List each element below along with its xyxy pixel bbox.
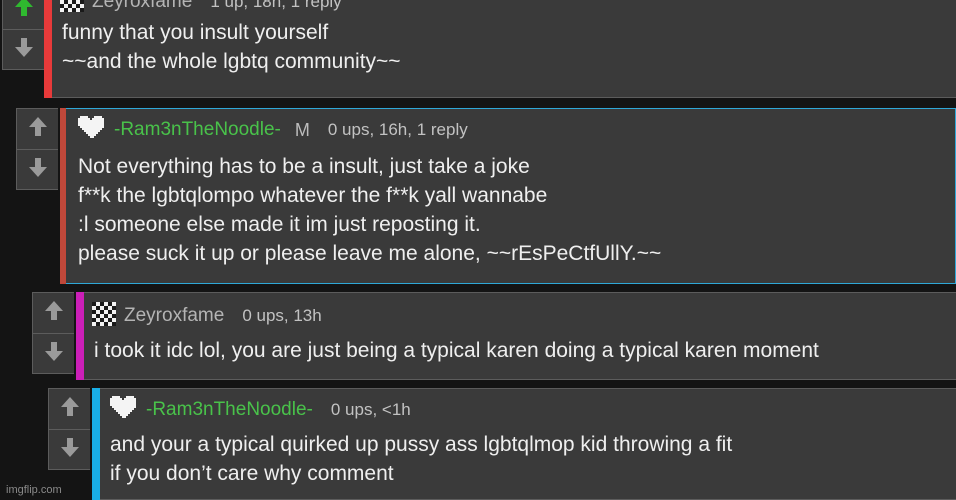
downvote-button[interactable] bbox=[33, 334, 74, 374]
comment-stats: 1 up, 18h, 1 reply bbox=[210, 0, 342, 11]
comment-text-line: :l someone else made it im just repostin… bbox=[78, 213, 481, 236]
user-badge: M bbox=[294, 119, 310, 140]
up-arrow-icon bbox=[43, 299, 65, 327]
upvote-button[interactable] bbox=[17, 109, 58, 149]
down-arrow-icon bbox=[27, 156, 49, 184]
vote-box bbox=[32, 292, 74, 374]
comment-body: funny that you insult yourself ~~and the … bbox=[62, 18, 401, 76]
up-arrow-icon bbox=[27, 115, 49, 143]
comment-text-line: ~~and the whole lgbtq community~~ bbox=[62, 50, 401, 73]
comment-body: i took it idc lol, you are just being a … bbox=[94, 336, 819, 365]
down-arrow-icon bbox=[13, 36, 35, 64]
downvote-button[interactable] bbox=[17, 150, 58, 190]
downvote-button[interactable] bbox=[49, 430, 90, 470]
comment-body: and your a typical quirked up pussy ass … bbox=[110, 430, 732, 488]
upvote-button[interactable] bbox=[3, 0, 44, 29]
comment: -Ram3nTheNoodle- 0 ups, <1h and your a typ… bbox=[0, 388, 956, 500]
vote-box bbox=[16, 108, 58, 190]
comment-stats: 0 ups, 16h, 1 reply bbox=[327, 120, 468, 139]
comment: Zeyroxfame 0 ups, 13h i took it idc lol, y… bbox=[0, 292, 956, 380]
down-arrow-icon bbox=[43, 340, 65, 368]
username-link[interactable]: Zeyroxfame bbox=[124, 305, 224, 327]
checker-avatar-icon[interactable] bbox=[60, 0, 84, 17]
heart-avatar-icon[interactable] bbox=[76, 114, 106, 147]
depth-accent-bar bbox=[92, 388, 100, 500]
comment-meta: Zeyroxfame 1 up, 18h, 1 reply bbox=[60, 0, 342, 16]
vote-box bbox=[48, 388, 90, 470]
downvote-button[interactable] bbox=[3, 30, 44, 70]
comment-text-line: if you don’t care why comment bbox=[110, 462, 394, 485]
upvote-button[interactable] bbox=[33, 293, 74, 333]
comment-text-line: funny that you insult yourself bbox=[62, 21, 329, 44]
vote-box bbox=[2, 0, 44, 70]
comment-meta: -Ram3nTheNoodle- M 0 ups, 16h, 1 reply bbox=[76, 114, 468, 147]
depth-accent-bar bbox=[60, 108, 66, 284]
upvote-button[interactable] bbox=[49, 389, 90, 429]
comment-meta: -Ram3nTheNoodle- 0 ups, <1h bbox=[108, 394, 411, 427]
up-arrow-icon bbox=[13, 0, 35, 23]
username-link[interactable]: Zeyroxfame bbox=[92, 0, 192, 13]
comment-text-line: and your a typical quirked up pussy ass … bbox=[110, 433, 733, 456]
username-link[interactable]: -Ram3nTheNoodle- bbox=[146, 399, 313, 421]
comment-body: Not everything has to be a insult, just … bbox=[78, 152, 661, 268]
comment-text-line: please suck it up or please leave me alo… bbox=[78, 242, 662, 265]
comment-text-line: f**k the lgbtqlompo whatever the f**k ya… bbox=[78, 184, 548, 207]
comment-stats: 0 ups, 13h bbox=[242, 306, 322, 325]
depth-accent-bar bbox=[76, 292, 84, 380]
comment-stats: 0 ups, <1h bbox=[330, 400, 411, 419]
heart-avatar-icon[interactable] bbox=[108, 394, 138, 427]
up-arrow-icon bbox=[59, 395, 81, 423]
watermark: imgflip.com bbox=[6, 484, 62, 496]
comment-text-line: Not everything has to be a insult, just … bbox=[78, 155, 530, 178]
down-arrow-icon bbox=[59, 436, 81, 464]
checker-avatar-icon[interactable] bbox=[92, 301, 116, 331]
comment-meta: Zeyroxfame 0 ups, 13h bbox=[92, 301, 322, 331]
comment: Zeyroxfame 1 up, 18h, 1 reply funny that y… bbox=[0, 0, 956, 98]
username-link[interactable]: -Ram3nTheNoodle- bbox=[114, 119, 281, 141]
depth-accent-bar bbox=[44, 0, 52, 98]
comment-text-line: i took it idc lol, you are just being a … bbox=[94, 339, 819, 362]
comment: -Ram3nTheNoodle- M 0 ups, 16h, 1 reply Not … bbox=[0, 108, 956, 284]
